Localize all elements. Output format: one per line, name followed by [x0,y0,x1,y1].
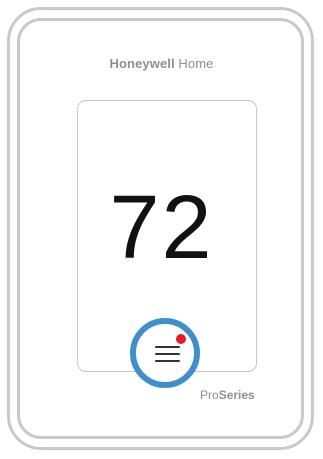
series-label: ProSeries [200,388,255,402]
notification-dot-icon [176,334,186,344]
brand-name-light: Home [174,56,214,71]
brand-logo: Honeywell Home [0,56,323,71]
series-suffix: Series [218,388,255,402]
hamburger-menu-icon [155,346,180,362]
brand-name-bold: Honeywell [109,56,175,71]
menu-button[interactable] [130,318,200,388]
series-prefix: Pro [200,388,219,402]
current-temperature: 72 [109,178,214,278]
